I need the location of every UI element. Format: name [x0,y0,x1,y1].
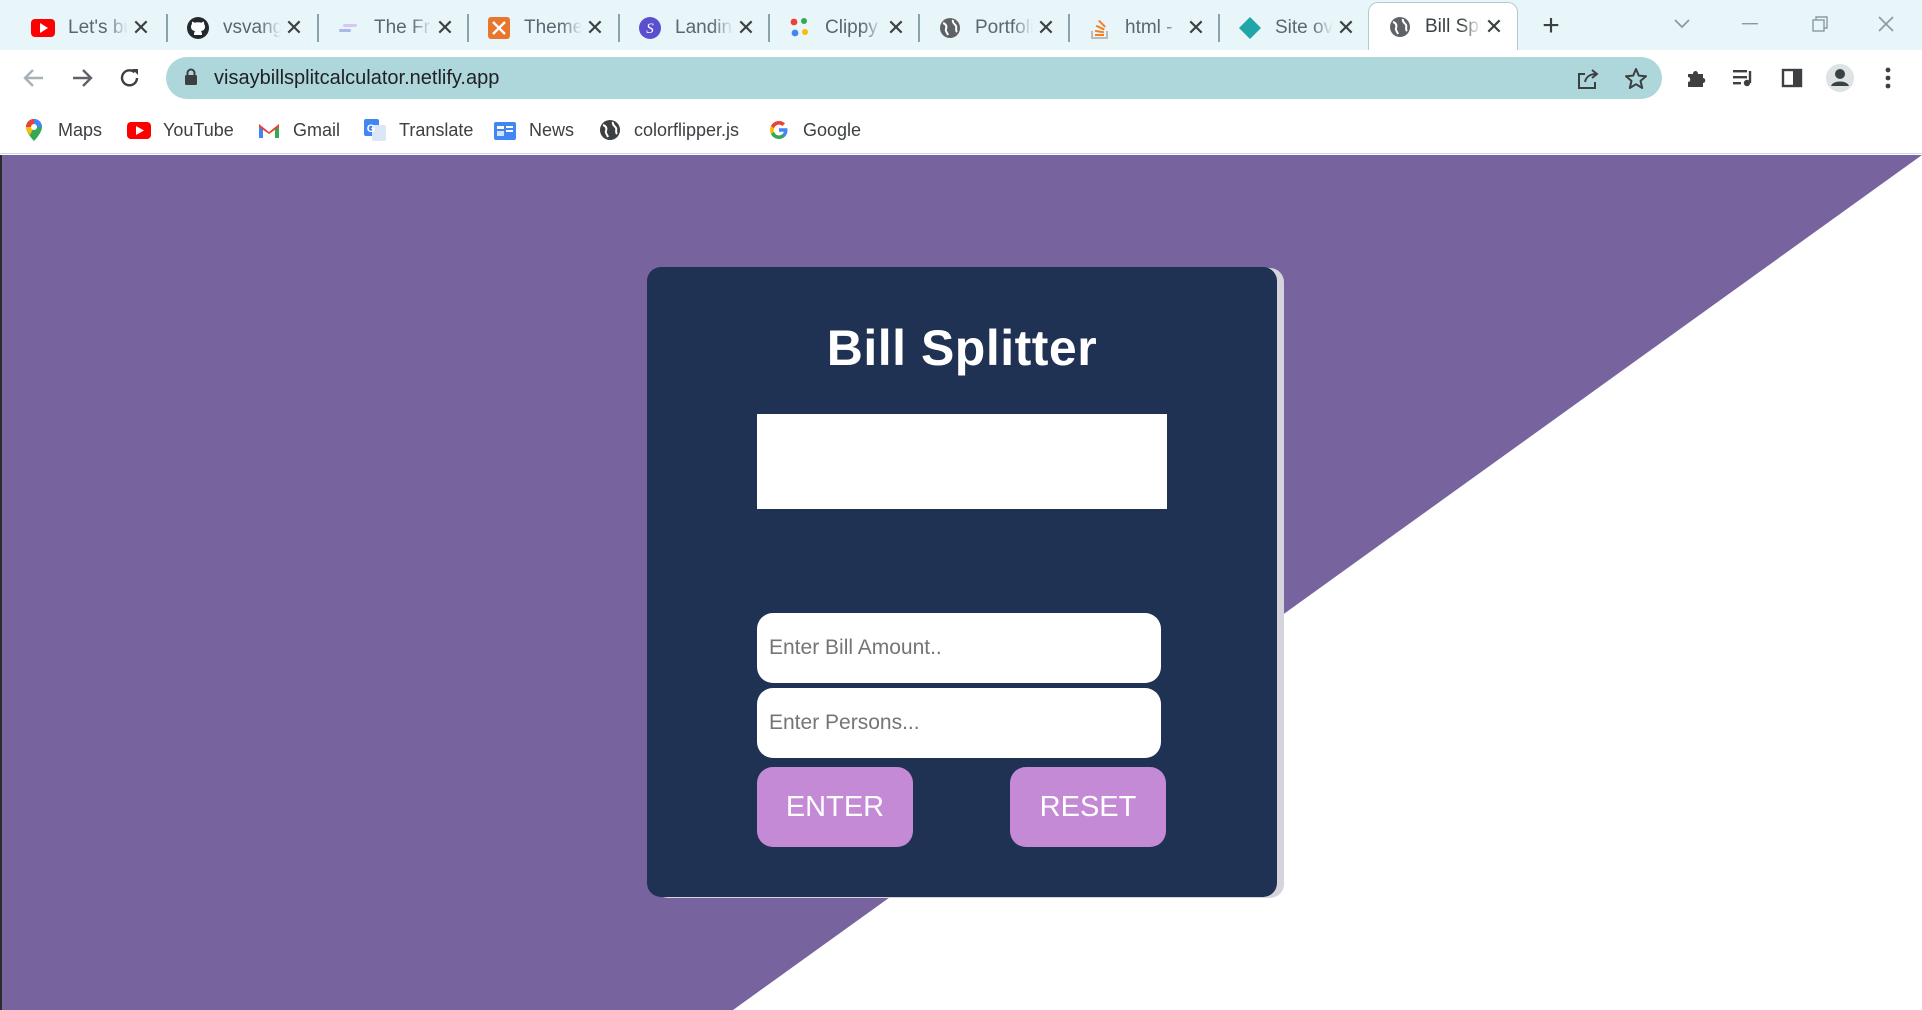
window-edge [0,155,2,1010]
new-tab-button[interactable]: + [1531,8,1571,44]
bill-splitter-card: Bill Splitter ENTER RESET [647,267,1277,897]
close-icon[interactable]: ✕ [281,15,307,41]
close-icon[interactable]: ✕ [128,15,154,41]
bookmark-label: Translate [399,119,474,140]
tab-search-icon[interactable] [1652,6,1712,42]
browser-toolbar: visaybillsplitcalculator.netlify.app [0,50,1922,106]
tab-clippy[interactable]: Clippy ✕ [769,6,919,50]
tab-label: Site overview [1275,17,1333,38]
theme-icon [486,15,512,41]
globe-icon [598,118,622,142]
google-icon [767,118,791,142]
tab-themes[interactable]: Themes ✕ [468,6,618,50]
tab-youtube[interactable]: Let's build ✕ [12,6,164,50]
bookmark-youtube[interactable]: YouTube [127,114,234,146]
svg-text:S: S [646,21,654,37]
profile-avatar-icon[interactable] [1822,62,1858,94]
side-panel-icon[interactable] [1774,62,1810,94]
bookmark-label: colorflipper.js [634,119,740,140]
bookmark-label: News [529,119,575,140]
stackoverflow-icon [1087,15,1113,41]
tab-bill-splitter[interactable]: Bill Splitter ✕ [1368,2,1518,50]
bookmarks-bar: Maps YouTube Gmail G Translate News colo… [0,106,1922,154]
close-icon[interactable]: ✕ [733,15,759,41]
globe-icon [1387,14,1413,40]
close-icon[interactable]: ✕ [582,15,608,41]
bookmark-label: Gmail [293,119,341,140]
globe-icon [937,15,963,41]
netlify-icon [1237,15,1263,41]
tab-label: Landing [675,17,733,38]
bookmark-colorflipper[interactable]: colorflipper.js [598,114,739,146]
bill-amount-input[interactable] [757,613,1161,683]
bookmark-star-icon[interactable] [1620,65,1652,93]
close-icon[interactable]: ✕ [1183,15,1209,41]
tab-label: Let's build [68,17,128,38]
tab-github[interactable]: vsvangara ✕ [167,6,317,50]
reload-button[interactable] [112,60,148,96]
bookmark-translate[interactable]: G Translate [363,114,473,146]
bookmark-news[interactable]: News [493,114,574,146]
tab-label: Themes [524,17,582,38]
clippy-icon [787,15,813,41]
more-menu-icon[interactable] [1870,62,1906,94]
tab-label: The Frontend [374,17,432,38]
bookmark-google[interactable]: Google [767,114,861,146]
frontend-mentor-icon [336,15,362,41]
tab-frontend[interactable]: The Frontend ✕ [318,6,468,50]
close-window-icon[interactable] [1856,6,1916,42]
close-icon[interactable]: ✕ [883,15,909,41]
bookmark-label: Maps [58,119,103,140]
tab-site-overview[interactable]: Site overview ✕ [1219,6,1369,50]
extensions-icon[interactable] [1678,62,1714,94]
tab-portfolio[interactable]: Portfolio ✕ [919,6,1069,50]
tab-landing[interactable]: S Landing ✕ [619,6,769,50]
tab-label: html - [1125,17,1173,38]
minimize-icon[interactable] [1720,6,1780,42]
youtube-icon [30,15,56,41]
svg-text:G: G [367,123,376,135]
tab-label: Portfolio [975,17,1033,38]
url-text: visaybillsplitcalculator.netlify.app [214,67,500,89]
close-icon[interactable]: ✕ [1333,15,1359,41]
translate-icon: G [363,118,387,142]
bookmark-maps[interactable]: Maps [22,114,102,146]
tab-stackoverflow[interactable]: html - ✕ [1069,6,1219,50]
page-viewport: Bill Splitter ENTER RESET [0,155,1922,1010]
lock-icon [184,68,198,91]
maps-icon [22,118,46,142]
address-bar[interactable]: visaybillsplitcalculator.netlify.app [166,57,1662,99]
close-icon[interactable]: ✕ [1033,15,1059,41]
gmail-icon [257,118,281,142]
tab-label: Bill Splitter [1425,15,1481,37]
share-icon[interactable] [1572,65,1604,93]
persons-input[interactable] [757,688,1161,758]
bookmark-label: YouTube [163,119,234,140]
landing-icon: S [637,15,663,41]
tab-strip: Let's build ✕ vsvangara ✕ The Frontend ✕… [0,0,1922,50]
forward-button[interactable] [64,60,100,96]
news-icon [493,118,517,142]
back-button[interactable] [16,60,52,96]
reset-button[interactable]: RESET [1010,767,1166,847]
page-title: Bill Splitter [826,320,1098,376]
close-icon[interactable]: ✕ [432,15,458,41]
github-icon [185,15,211,41]
youtube-icon [127,118,151,142]
restore-icon[interactable] [1790,6,1850,42]
bookmark-gmail[interactable]: Gmail [257,114,340,146]
close-icon[interactable]: ✕ [1481,14,1507,40]
tab-label: vsvangara [223,17,281,38]
enter-button[interactable]: ENTER [757,767,913,847]
bookmark-label: Google [803,119,862,140]
tab-label: Clippy [825,17,878,38]
media-queue-icon[interactable] [1725,62,1761,94]
result-display [757,414,1167,509]
